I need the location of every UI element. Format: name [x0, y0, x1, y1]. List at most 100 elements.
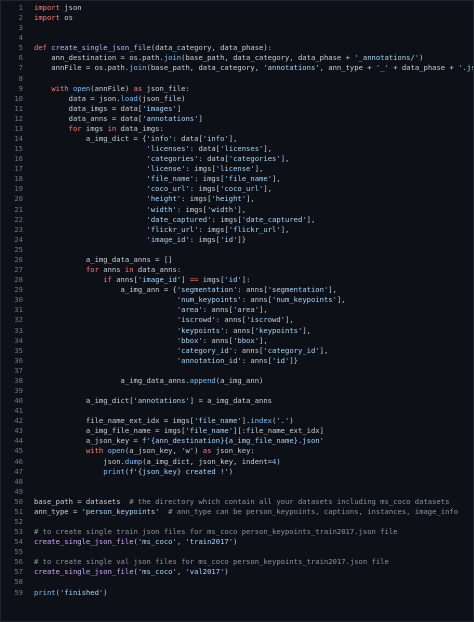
code-line[interactable]: 47 print(f'{json_key} created !')	[1, 467, 473, 477]
code-line[interactable]: 30 'num_keypoints': anns['num_keypoints'…	[1, 295, 473, 305]
code-line[interactable]: 14 a_img_dict = {'info': data['info'],	[1, 134, 473, 144]
line-code: # to create single train json files for …	[34, 527, 398, 537]
code-line[interactable]: 24 'image_id': imgs['id']}	[1, 234, 473, 245]
code-line[interactable]: 46 json.dump(a_img_dict, json_key, inden…	[1, 456, 473, 467]
code-line[interactable]: 25	[1, 245, 473, 255]
code-line[interactable]: 50 base_path = datasets # the directory w…	[1, 497, 473, 507]
code-token: append	[189, 375, 216, 385]
code-token: 'file_name'	[224, 174, 273, 184]
code-line[interactable]: 16 'categories': data['categories'],	[1, 154, 473, 164]
code-line[interactable]: 41	[1, 406, 473, 416]
code-token: : imgs[	[194, 174, 225, 184]
code-line[interactable]: 40 a_img_dict['annotations'] = a_img_dat…	[1, 396, 473, 406]
code-line[interactable]: 21 'width': imgs['width'],	[1, 204, 473, 215]
code-line[interactable]: 8	[1, 74, 473, 84]
code-line[interactable]: 52	[1, 516, 473, 527]
code-line[interactable]: 56 # to create single val json files for …	[1, 557, 473, 567]
code-token: ]}	[289, 355, 298, 365]
code-line[interactable]: 31 'area': anns['area'],	[1, 305, 473, 315]
code-line[interactable]: 5 def create_single_json_file(data_catego…	[1, 43, 473, 53]
code-token: 'categories'	[146, 154, 199, 164]
code-line[interactable]: 59 print('finished')	[1, 588, 473, 598]
line-code: def create_single_json_file(data_categor…	[34, 43, 272, 53]
line-number: 39	[14, 385, 23, 395]
line-number: 44	[14, 436, 23, 446]
code-token: index	[250, 416, 273, 426]
code-line[interactable]: 18 'file_name': imgs['file_name'],	[1, 174, 473, 184]
code-token: (data_category, data_phase):	[150, 43, 273, 53]
code-token: ],	[228, 134, 238, 144]
line-code: 'bbox': anns['bbox'],	[34, 336, 268, 346]
code-line[interactable]: 48	[1, 477, 473, 487]
code-line[interactable]: 15 'licenses': data['licenses'],	[1, 144, 473, 154]
code-line[interactable]: 2 import os	[1, 13, 473, 23]
code-line[interactable]: 27 for anns in data_anns:	[1, 265, 473, 275]
code-line[interactable]: 20 'height': imgs['height'],	[1, 194, 473, 204]
code-token: with	[51, 83, 69, 93]
line-number: 52	[14, 516, 23, 526]
line-code: create_single_json_file('ms_coco', 'val2…	[34, 567, 229, 577]
code-line[interactable]: 34 'bbox': anns['bbox'],	[1, 336, 473, 346]
code-line[interactable]: 1 import json	[1, 3, 473, 13]
code-token: ]}	[237, 234, 247, 244]
code-line[interactable]: 35 'category_id': anns['category_id'],	[1, 346, 473, 356]
code-token: )	[289, 416, 294, 426]
code-line[interactable]: 36 'annotation_id': anns['id']}	[1, 355, 473, 366]
code-token: 'images'	[142, 103, 177, 113]
code-line[interactable]: 38 a_img_data_anns.append(a_img_ann)	[1, 375, 473, 386]
code-token: json.	[34, 456, 125, 466]
code-line[interactable]: 13 for imgs in data_imgs:	[1, 123, 473, 134]
code-token: a_img_ann = {	[34, 285, 177, 295]
code-line[interactable]: 32 'iscrowd': anns['iscrowd'],	[1, 315, 473, 325]
code-line[interactable]: 12 data_anns = data['annotations']	[1, 114, 473, 124]
code-line[interactable]: 6 ann_destination = os.path.join(base_pa…	[1, 53, 473, 63]
code-line[interactable]: 22 'date_captured': imgs['date_captured'…	[1, 215, 473, 225]
code-line[interactable]: 23 'flickr_url': imgs['flickr_url'],	[1, 225, 473, 235]
code-line[interactable]: 55	[1, 547, 473, 557]
code-line[interactable]: 19 'coco_url': imgs['coco_url'],	[1, 184, 473, 194]
code-line[interactable]: 17 'license': imgs['license'],	[1, 164, 473, 174]
line-code: print('finished')	[34, 588, 108, 598]
code-editor[interactable]: 1 import json 2 import os 3 4 5 def create_sing…	[0, 0, 474, 622]
code-line[interactable]: 58	[1, 577, 473, 587]
code-line[interactable]: 3	[1, 23, 473, 33]
code-line[interactable]: 44 a_json_key = f'{ann_destination}{a_im…	[1, 436, 473, 446]
code-line[interactable]: 53 # to create single train json files fo…	[1, 527, 473, 537]
code-line[interactable]: 37	[1, 366, 473, 376]
code-line[interactable]: 51 ann_type = 'person_keypoints' # ann_ty…	[1, 507, 473, 517]
code-line[interactable]: 29 a_img_ann = {'segmentation': anns['se…	[1, 285, 473, 295]
code-token: 'iscrowd'	[246, 315, 286, 325]
code-token: 'file_name'	[194, 416, 242, 426]
code-line[interactable]: 57 create_single_json_file('ms_coco', 'va…	[1, 567, 473, 577]
code-line[interactable]: 7 annFile = os.path.join(base_path, data…	[1, 63, 473, 73]
code-line[interactable]: 28 if anns['image_id'] == imgs['id']:	[1, 275, 473, 285]
code-line[interactable]: 45 with open(a_json_key, 'w') as json_ke…	[1, 446, 473, 456]
line-code: if anns['image_id'] == imgs['id']:	[34, 275, 250, 285]
code-line[interactable]: 39	[1, 385, 473, 396]
code-token: 'width'	[146, 204, 177, 214]
code-area[interactable]: 1 import json 2 import os 3 4 5 def create_sing…	[1, 3, 473, 598]
code-line[interactable]: 42 file_name_ext_idx = imgs['file_name']…	[1, 416, 473, 426]
code-line[interactable]: 10 data = json.load(json_file)	[1, 93, 473, 104]
code-token: : imgs[	[185, 164, 216, 174]
line-code: 'area': anns['area'],	[34, 305, 268, 315]
code-line[interactable]: 43 a_img_file_name = imgs['file_name'][:…	[1, 426, 473, 436]
code-token: in	[107, 123, 117, 133]
code-token: json	[59, 3, 82, 12]
line-number: 54	[14, 537, 23, 547]
line-number: 17	[14, 164, 23, 174]
code-line[interactable]: 54 create_single_json_file('ms_coco', 'tr…	[1, 537, 473, 547]
code-line[interactable]: 33 'keypoints': anns['keypoints'],	[1, 326, 473, 336]
line-code: 'coco_url': imgs['coco_url'],	[34, 184, 273, 194]
code-token: 'height'	[211, 194, 247, 204]
line-code: 'category_id': anns['category_id'],	[34, 346, 328, 356]
code-token: (json_file)	[137, 93, 186, 103]
code-line[interactable]: 49	[1, 487, 473, 497]
code-line[interactable]: 26 a_img_data_anns = []	[1, 255, 473, 265]
code-line[interactable]: 4	[1, 33, 473, 43]
code-line[interactable]: 9 with open(annFile) as json_file:	[1, 83, 473, 94]
line-number: 9	[18, 83, 23, 93]
code-line[interactable]: 11 data_imgs = data['images']	[1, 103, 473, 114]
code-token: 'width'	[207, 204, 238, 214]
